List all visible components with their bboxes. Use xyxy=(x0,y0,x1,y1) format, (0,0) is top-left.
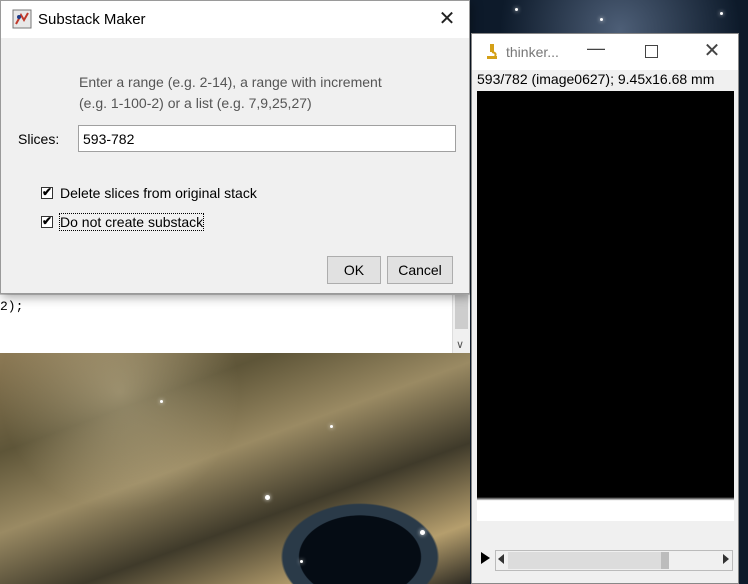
desktop-wallpaper xyxy=(0,352,470,584)
image-stack-window: thinker... — ✕ 593/782 (image0627); 9.45… xyxy=(471,33,739,584)
dialog-titlebar[interactable]: Substack Maker ✕ xyxy=(1,1,469,38)
star xyxy=(515,8,518,11)
slice-scrollbar[interactable] xyxy=(495,550,733,571)
hint-line-2: (e.g. 1-100-2) or a list (e.g. 7,9,25,27… xyxy=(79,95,312,111)
star xyxy=(720,12,723,15)
code-editor[interactable]: 2); ∨ xyxy=(0,294,470,353)
image-window-titlebar[interactable]: thinker... — ✕ xyxy=(472,34,738,70)
slice-scroll-fill xyxy=(508,552,661,569)
image-info-line: 593/782 (image0627); 9.45x16.68 mm xyxy=(477,71,715,87)
delete-slices-label[interactable]: Delete slices from original stack xyxy=(60,185,257,201)
slices-input[interactable] xyxy=(78,125,456,152)
cancel-button[interactable]: Cancel xyxy=(387,256,453,284)
play-icon[interactable] xyxy=(481,552,490,564)
range-hint: Enter a range (e.g. 2-14), a range with … xyxy=(79,72,382,114)
minimize-icon[interactable]: — xyxy=(584,38,608,59)
editor-vertical-scrollbar[interactable]: ∨ xyxy=(452,295,470,353)
microscope-icon xyxy=(487,44,497,59)
hint-line-1: Enter a range (e.g. 2-14), a range with … xyxy=(79,74,382,90)
editor-code-text: 2); xyxy=(0,299,24,314)
scroll-right-icon[interactable] xyxy=(723,554,729,564)
delete-slices-checkbox[interactable]: ✔ xyxy=(41,185,53,199)
slices-label: Slices: xyxy=(18,131,60,147)
slice-scroll-knob[interactable] xyxy=(661,552,669,569)
no-substack-checkbox[interactable]: ✔ xyxy=(41,214,53,228)
image-content-edge xyxy=(477,497,734,521)
ok-button[interactable]: OK xyxy=(327,256,381,284)
substack-maker-dialog: Substack Maker ✕ Enter a range (e.g. 2-1… xyxy=(0,0,470,294)
scroll-left-icon[interactable] xyxy=(498,554,504,564)
no-substack-label[interactable]: Do not create substack xyxy=(58,213,205,231)
imagej-app-icon xyxy=(12,9,32,29)
maximize-icon[interactable] xyxy=(645,45,658,58)
image-window-title: thinker... xyxy=(506,44,559,60)
scrollbar-thumb[interactable] xyxy=(455,295,468,329)
close-icon[interactable]: ✕ xyxy=(700,38,724,63)
image-canvas[interactable] xyxy=(477,91,734,521)
checkmark-icon: ✔ xyxy=(42,214,53,228)
close-icon[interactable]: ✕ xyxy=(435,7,459,31)
dialog-title: Substack Maker xyxy=(38,11,146,28)
scroll-down-arrow-icon[interactable]: ∨ xyxy=(456,338,464,351)
star xyxy=(600,18,603,21)
slice-scroll-track[interactable] xyxy=(508,552,718,569)
stack-controls xyxy=(472,546,738,572)
checkmark-icon: ✔ xyxy=(42,185,53,199)
